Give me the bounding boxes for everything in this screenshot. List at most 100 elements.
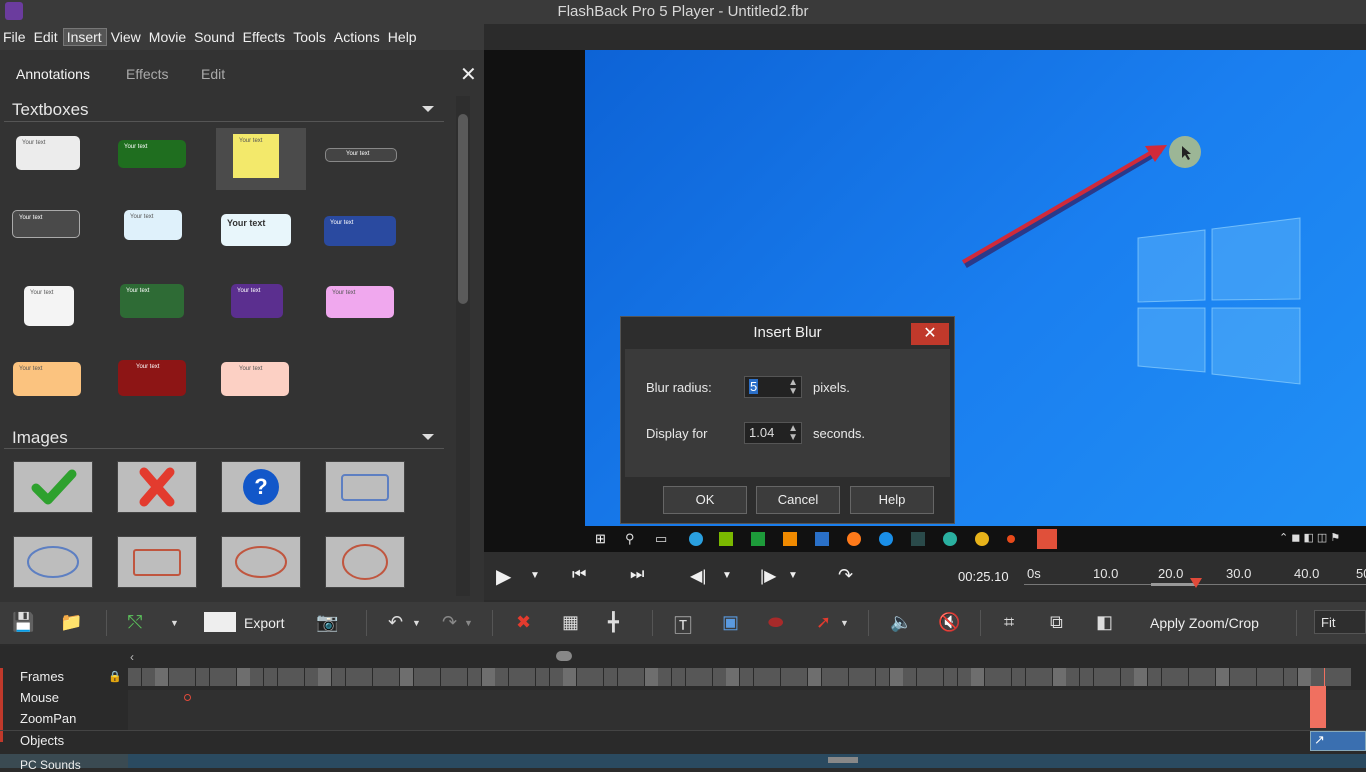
frame-thumb[interactable] — [1066, 668, 1080, 686]
frame-thumb[interactable] — [1256, 668, 1270, 686]
share-icon[interactable]: ⤲ — [128, 612, 142, 633]
textbox-style-7[interactable]: Your text — [221, 214, 291, 246]
frame-thumb[interactable] — [1338, 668, 1352, 686]
frames-track[interactable] — [128, 668, 1366, 688]
frame-thumb[interactable] — [1284, 668, 1297, 686]
frame-thumb[interactable] — [794, 668, 808, 686]
ok-button[interactable]: OK — [663, 486, 747, 514]
display-duration-input[interactable]: 1.04 ▲ ▼ — [744, 422, 802, 444]
previous-frame-icon[interactable]: ◀| — [690, 566, 706, 586]
frame-thumb[interactable] — [590, 668, 604, 686]
textbox-style-15[interactable]: Your text — [221, 362, 289, 396]
frame-thumb[interactable] — [1134, 668, 1148, 686]
menu-effects[interactable]: Effects — [240, 29, 290, 45]
frame-thumb[interactable] — [128, 668, 141, 686]
frame-thumb[interactable] — [345, 668, 359, 686]
frame-thumb[interactable] — [1148, 668, 1161, 686]
menu-help[interactable]: Help — [385, 29, 421, 45]
textbox-style-14[interactable]: Your text — [118, 360, 186, 396]
textbox-style-11[interactable]: Your text — [231, 284, 283, 318]
skip-start-icon[interactable]: ⏮ — [572, 566, 586, 584]
textbox-style-13[interactable]: Your text — [13, 362, 81, 396]
previous-dropdown-icon[interactable]: ▼ — [722, 570, 732, 581]
circle-red-image[interactable] — [325, 536, 405, 588]
frame-thumb[interactable] — [957, 668, 971, 686]
timeline-scroll-thumb[interactable] — [556, 651, 572, 661]
menu-actions[interactable]: Actions — [331, 29, 384, 45]
textboxes-collapse-icon[interactable] — [422, 106, 434, 112]
mouse-zoompan-tracks[interactable] — [128, 690, 1366, 730]
textboxes-header[interactable]: Textboxes — [12, 100, 89, 120]
frame-thumb[interactable] — [536, 668, 549, 686]
frame-thumb[interactable] — [168, 668, 182, 686]
textbox-style-5[interactable]: Your text — [12, 210, 80, 238]
frame-thumb[interactable] — [726, 668, 740, 686]
frame-thumb[interactable] — [1120, 668, 1134, 686]
frame-thumb[interactable] — [209, 668, 223, 686]
frame-thumb[interactable] — [563, 668, 577, 686]
frame-thumb[interactable] — [1188, 668, 1202, 686]
frame-thumb[interactable] — [454, 668, 468, 686]
frame-thumb[interactable] — [1324, 668, 1338, 686]
split-icon[interactable]: ╋ — [608, 612, 619, 633]
frame-thumb[interactable] — [1080, 668, 1093, 686]
play-dropdown-icon[interactable]: ▼ — [530, 570, 540, 581]
frame-thumb[interactable] — [291, 668, 305, 686]
export-icon[interactable] — [204, 612, 236, 632]
frame-thumb[interactable] — [753, 668, 767, 686]
frame-thumb[interactable] — [427, 668, 441, 686]
insert-image-icon[interactable]: ▣ — [722, 612, 739, 633]
frame-thumb[interactable] — [916, 668, 930, 686]
menu-view[interactable]: View — [108, 29, 145, 45]
frame-thumb[interactable] — [386, 668, 400, 686]
frame-thumb[interactable] — [1297, 668, 1311, 686]
frame-thumb[interactable] — [1012, 668, 1025, 686]
object-clip[interactable]: ↗ — [1310, 731, 1366, 751]
menu-sound[interactable]: Sound — [191, 29, 238, 45]
loop-icon[interactable]: ↷ — [838, 565, 853, 586]
frame-thumb[interactable] — [658, 668, 672, 686]
frame-thumb[interactable] — [604, 668, 617, 686]
save-icon[interactable]: 💾 — [12, 612, 34, 633]
redo-dropdown-icon[interactable]: ▼ — [464, 618, 473, 628]
next-dropdown-icon[interactable]: ▼ — [788, 570, 798, 581]
skip-end-icon[interactable]: ⏭ — [630, 566, 644, 584]
frame-thumb[interactable] — [1052, 668, 1066, 686]
frame-thumb[interactable] — [576, 668, 590, 686]
frame-thumb[interactable] — [440, 668, 454, 686]
open-folder-icon[interactable]: 📁 — [60, 612, 82, 633]
frame-thumb[interactable] — [631, 668, 645, 686]
frame-thumb[interactable] — [495, 668, 509, 686]
frame-thumb[interactable] — [699, 668, 713, 686]
frame-thumb[interactable] — [468, 668, 481, 686]
frame-thumb[interactable] — [984, 668, 998, 686]
panel-scrollbar[interactable] — [456, 96, 470, 596]
frame-thumb[interactable] — [332, 668, 345, 686]
film-frames-icon[interactable]: ▦ — [562, 612, 579, 633]
frame-thumb[interactable] — [1229, 668, 1243, 686]
frame-thumb[interactable] — [1202, 668, 1216, 686]
close-panel-icon[interactable]: ✕ — [460, 62, 477, 87]
scrollbar-thumb[interactable] — [458, 114, 468, 304]
frame-thumb[interactable] — [1216, 668, 1229, 686]
arrow-dropdown-icon[interactable]: ▼ — [840, 618, 849, 628]
textbox-style-3[interactable]: Your text — [233, 134, 279, 178]
lock-icon[interactable]: 🔒 — [108, 670, 122, 683]
frame-thumb[interactable] — [780, 668, 794, 686]
textbox-style-9[interactable]: Your text — [24, 286, 74, 326]
dialog-close-button[interactable]: ✕ — [911, 323, 949, 345]
frame-thumb[interactable] — [250, 668, 264, 686]
frame-thumb[interactable] — [835, 668, 849, 686]
spin-arrows-icon[interactable]: ▲ ▼ — [788, 424, 798, 443]
frame-thumb[interactable] — [182, 668, 196, 686]
undo-dropdown-icon[interactable]: ▼ — [412, 618, 421, 628]
frame-thumb[interactable] — [236, 668, 250, 686]
checkmark-image[interactable] — [13, 461, 93, 513]
menu-movie[interactable]: Movie — [146, 29, 190, 45]
images-header[interactable]: Images — [12, 428, 68, 448]
frame-thumb[interactable] — [196, 668, 209, 686]
frame-thumb[interactable] — [1161, 668, 1175, 686]
cancel-button[interactable]: Cancel — [756, 486, 840, 514]
crop-icon[interactable]: ⌗ — [1004, 612, 1014, 633]
blur-radius-input[interactable]: 5 ▲ ▼ — [744, 376, 802, 398]
